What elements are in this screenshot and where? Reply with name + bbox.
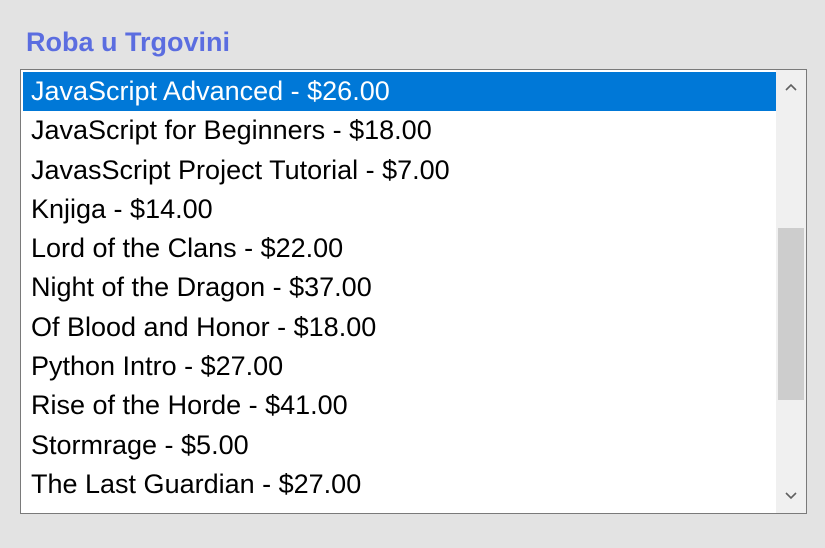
list-item[interactable]: Lord of the Clans - $22.00 [23, 229, 776, 268]
list-item[interactable]: JavaScript Advanced - $26.00 [23, 72, 776, 112]
list-item[interactable]: JavasScript Project Tutorial - $7.00 [23, 151, 776, 190]
products-listbox[interactable]: JavaScript Advanced - $26.00 JavaScript … [20, 69, 807, 514]
chevron-up-icon [785, 83, 797, 91]
listbox-title: Roba u Trgovini [26, 27, 231, 57]
list-item[interactable]: The Last Guardian - $27.00 [23, 465, 776, 504]
list-item[interactable]: Night of the Dragon - $37.00 [23, 268, 776, 307]
scroll-up-button[interactable] [776, 70, 806, 104]
list-item[interactable]: Rise of the Horde - $41.00 [23, 386, 776, 425]
list-item[interactable]: Of Blood and Honor - $18.00 [23, 308, 776, 347]
list-item[interactable]: JavaScript for Beginners - $18.00 [23, 111, 776, 150]
listbox-items: JavaScript Advanced - $26.00 JavaScript … [23, 72, 776, 504]
list-item[interactable]: Stormrage - $5.00 [23, 426, 776, 465]
vertical-scrollbar[interactable] [776, 70, 806, 513]
list-item[interactable]: Python Intro - $27.00 [23, 347, 776, 386]
scroll-thumb[interactable] [778, 228, 804, 400]
list-item[interactable]: Knjiga - $14.00 [23, 190, 776, 229]
chevron-down-icon [785, 492, 797, 500]
scroll-down-button[interactable] [776, 479, 806, 513]
